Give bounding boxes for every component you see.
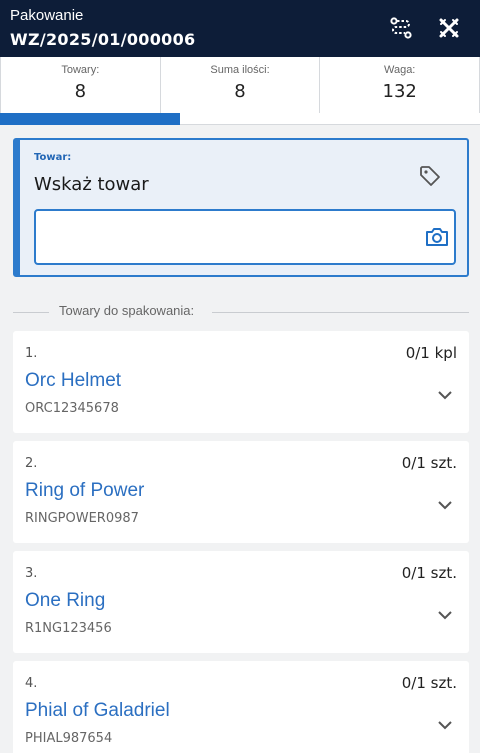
section-title: Towary do spakowania:	[59, 303, 195, 318]
document-number: WZ/2025/01/000006	[10, 30, 196, 49]
packing-progress-bar	[0, 113, 480, 125]
item-code: PHIAL987654	[25, 731, 113, 746]
chevron-down-icon[interactable]	[435, 715, 455, 735]
section-divider: Towary do spakowania:	[13, 303, 469, 321]
scan-prompt: Wskaż towar	[34, 174, 149, 195]
item-quantity: 0/1 szt.	[401, 564, 457, 582]
route-button[interactable]	[387, 14, 415, 42]
item-index: 3.	[25, 566, 38, 581]
divider-line	[212, 312, 469, 313]
stat-value: 8	[74, 81, 87, 102]
scan-panel: Towar: Wskaż towar	[13, 138, 469, 277]
list-item[interactable]: 3. 0/1 szt. One Ring R1NG123456	[13, 551, 469, 653]
item-name: Orc Helmet	[25, 370, 122, 391]
scan-input[interactable]	[34, 209, 456, 265]
item-code: RINGPOWER0987	[25, 511, 139, 526]
stat-goods: Towary: 8	[1, 57, 161, 113]
stat-label: Towary:	[61, 64, 100, 76]
item-name: Ring of Power	[25, 480, 145, 501]
item-index: 2.	[25, 456, 38, 471]
stat-value: 132	[382, 81, 417, 102]
tag-icon[interactable]	[418, 164, 442, 188]
item-name: One Ring	[25, 590, 106, 611]
stat-label: Suma ilości:	[210, 64, 270, 76]
item-quantity: 0/1 kpl	[405, 344, 457, 362]
progress-fill	[0, 113, 180, 125]
close-icon	[439, 18, 459, 38]
item-code: ORC12345678	[25, 401, 119, 416]
document-type-title: Pakowanie	[10, 7, 84, 24]
app-header: Pakowanie WZ/2025/01/000006	[0, 0, 480, 57]
chevron-down-icon[interactable]	[435, 495, 455, 515]
list-item[interactable]: 1. 0/1 kpl Orc Helmet ORC12345678	[13, 331, 469, 433]
camera-icon[interactable]	[424, 224, 450, 250]
list-item[interactable]: 4. 0/1 szt. Phial of Galadriel PHIAL9876…	[13, 661, 469, 753]
chevron-down-icon[interactable]	[435, 605, 455, 625]
chevron-down-icon[interactable]	[435, 385, 455, 405]
stat-quantity-sum: Suma ilości: 8	[161, 57, 321, 113]
stat-label: Waga:	[383, 64, 416, 76]
item-quantity: 0/1 szt.	[401, 454, 457, 472]
stat-weight: Waga: 132	[320, 57, 480, 113]
item-name: Phial of Galadriel	[25, 700, 170, 721]
scan-field-label: Towar:	[34, 152, 72, 163]
list-item[interactable]: 2. 0/1 szt. Ring of Power RINGPOWER0987	[13, 441, 469, 543]
item-quantity: 0/1 szt.	[401, 674, 457, 692]
summary-stats: Towary: 8 Suma ilości: 8 Waga: 132	[0, 57, 480, 113]
item-code: R1NG123456	[25, 621, 112, 636]
route-icon	[390, 17, 412, 39]
close-button[interactable]	[435, 14, 463, 42]
stat-value: 8	[234, 81, 246, 102]
item-index: 4.	[25, 676, 38, 691]
divider-line	[13, 312, 49, 313]
item-index: 1.	[25, 346, 38, 361]
